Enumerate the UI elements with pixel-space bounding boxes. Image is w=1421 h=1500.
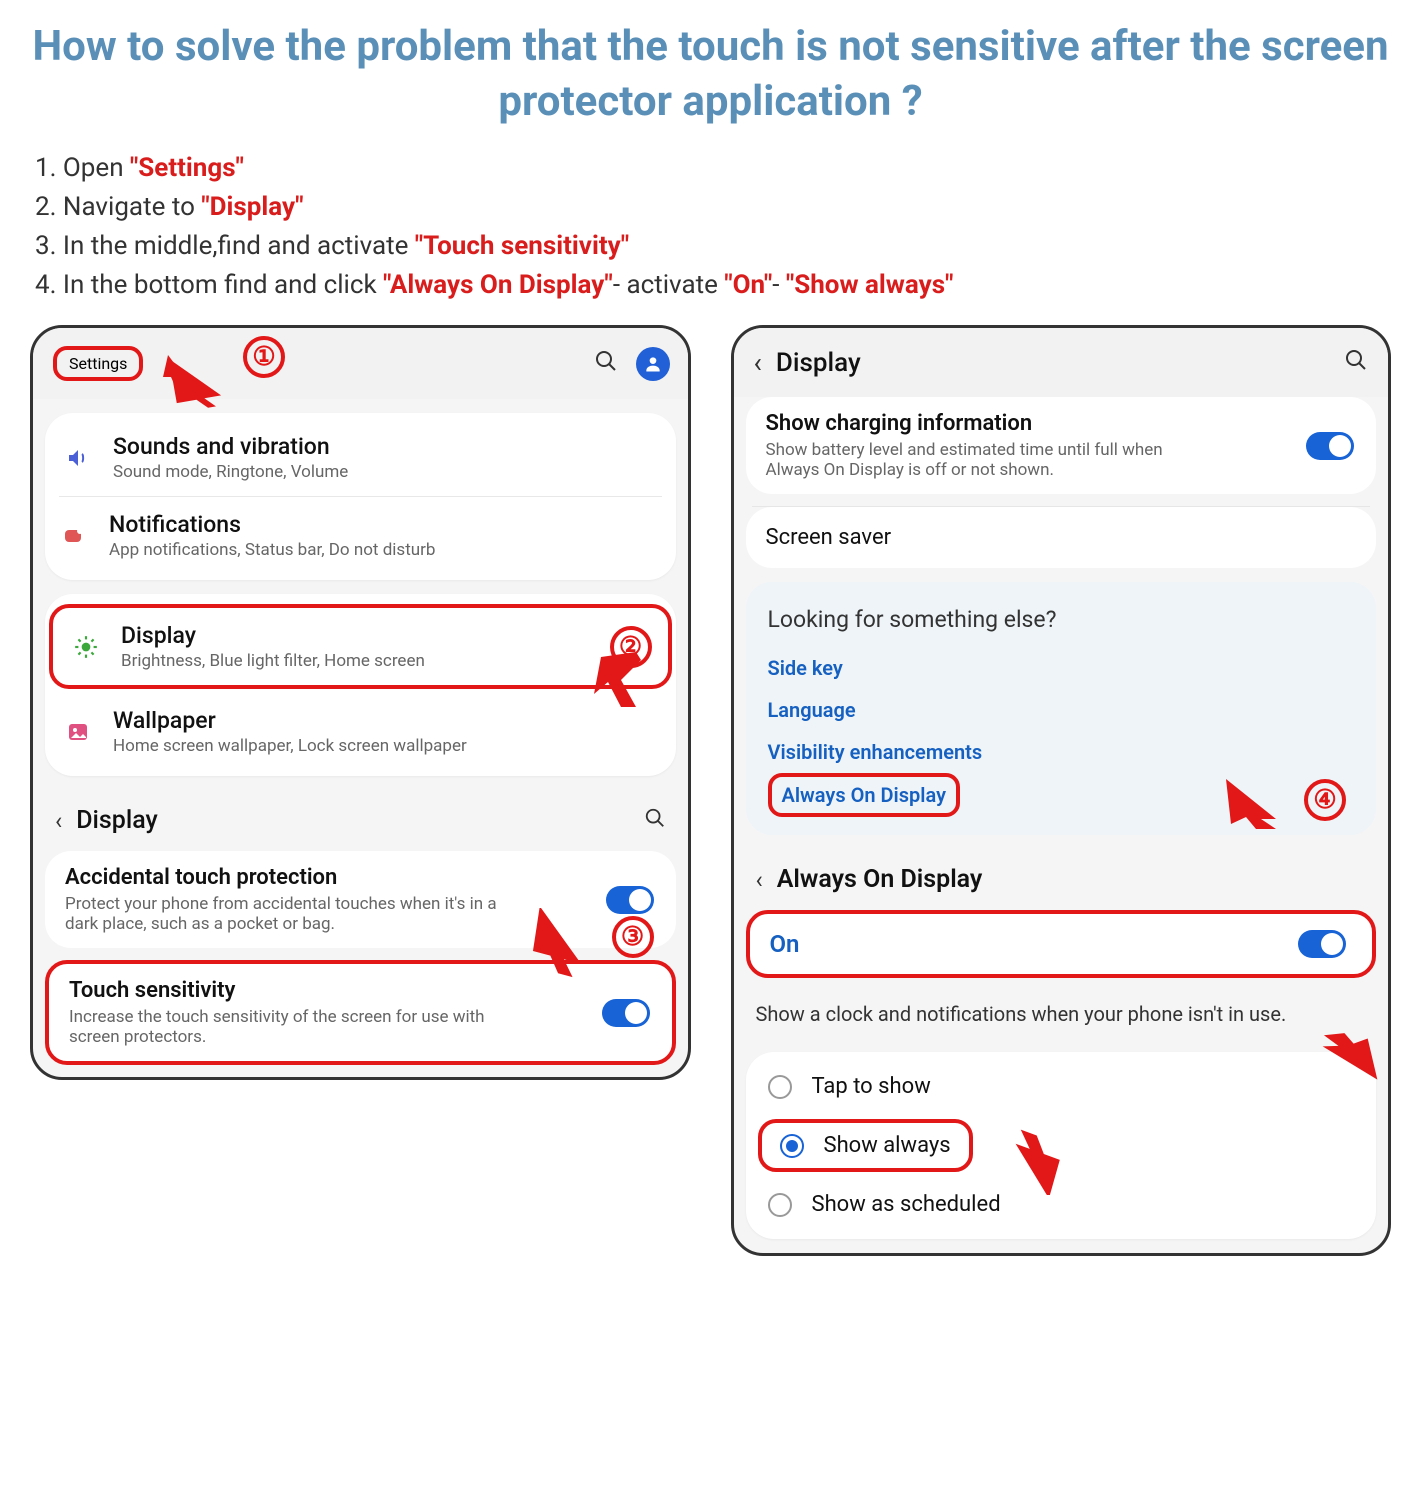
setting-title: Screen saver: [766, 525, 1357, 550]
step-badge-4: ④: [1304, 779, 1346, 821]
arrow-icon: [1216, 779, 1286, 839]
radio-icon: [780, 1134, 804, 1158]
accidental-touch-card[interactable]: Accidental touch protection Protect your…: [45, 851, 676, 948]
aod-info-text: Show a clock and notifications when your…: [734, 990, 1389, 1046]
display-header: ‹ Display: [734, 328, 1389, 397]
radio-tap-to-show[interactable]: Tap to show: [746, 1058, 1377, 1115]
page-title: How to solve the problem that the touch …: [10, 20, 1411, 129]
setting-sub: Protect your phone from accidental touch…: [65, 894, 502, 934]
charging-info-card[interactable]: Show charging information Show battery l…: [746, 397, 1377, 494]
back-icon[interactable]: ‹: [55, 807, 62, 835]
setting-title: Touch sensitivity: [69, 978, 652, 1003]
section-title: Display: [76, 806, 158, 835]
settings-header: Settings ①: [33, 328, 688, 399]
row-title: Display: [121, 622, 425, 649]
link-always-on-display[interactable]: Always On Display: [768, 773, 961, 817]
link-visibility[interactable]: Visibility enhancements: [768, 731, 1355, 773]
setting-sub: Show battery level and estimated time un…: [766, 440, 1203, 480]
notifications-row[interactable]: Notifications App notifications, Status …: [59, 496, 662, 574]
arrow-icon: [996, 1125, 1066, 1195]
row-title: Notifications: [109, 511, 435, 538]
toggle-switch[interactable]: [606, 886, 654, 914]
instruction-steps: 1. Open "Settings" 2. Navigate to "Displ…: [35, 149, 1386, 305]
notification-icon: [59, 521, 89, 551]
search-icon[interactable]: [644, 807, 666, 835]
looking-for-card: Looking for something else? Side key Lan…: [746, 582, 1377, 835]
arrow-icon: [586, 652, 646, 722]
section-title: Always On Display: [777, 865, 983, 894]
wallpaper-row[interactable]: Wallpaper Home screen wallpaper, Lock sc…: [45, 693, 676, 770]
screen-saver-row[interactable]: Screen saver: [746, 507, 1377, 568]
link-side-key[interactable]: Side key: [768, 647, 1355, 689]
radio-show-always[interactable]: Show always: [758, 1119, 973, 1172]
aod-radio-group: Tap to show Show always Show as schedule…: [746, 1052, 1377, 1239]
display-row[interactable]: Display Brightness, Blue light filter, H…: [49, 604, 672, 689]
row-title: Wallpaper: [113, 707, 467, 734]
setting-title: Show charging information: [766, 411, 1357, 436]
back-icon[interactable]: ‹: [754, 346, 762, 379]
step-badge-3: ③: [612, 916, 654, 958]
toggle-switch[interactable]: [1298, 930, 1346, 958]
arrow-icon: [163, 350, 223, 410]
radio-label: Tap to show: [812, 1074, 931, 1099]
sound-icon: [63, 443, 93, 473]
arrow-icon: [1320, 1028, 1380, 1098]
radio-icon: [768, 1075, 792, 1099]
toggle-switch[interactable]: [1306, 432, 1354, 460]
link-language[interactable]: Language: [768, 689, 1355, 731]
toggle-switch[interactable]: [602, 999, 650, 1027]
looking-title: Looking for something else?: [768, 606, 1355, 633]
settings-group-1: Sounds and vibration Sound mode, Rington…: [45, 413, 676, 580]
search-icon[interactable]: [594, 349, 618, 379]
settings-title: Settings: [53, 346, 143, 381]
wallpaper-icon: [63, 717, 93, 747]
back-icon[interactable]: ‹: [756, 866, 763, 894]
row-sub: Sound mode, Ringtone, Volume: [113, 462, 348, 482]
row-title: Sounds and vibration: [113, 433, 348, 460]
brightness-icon: [71, 632, 101, 662]
profile-avatar-icon[interactable]: [636, 347, 670, 381]
radio-label: Show always: [824, 1133, 951, 1158]
row-sub: Brightness, Blue light filter, Home scre…: [121, 651, 425, 671]
display-section-header: ‹ Display: [33, 790, 688, 851]
step-badge-1: ①: [243, 336, 285, 378]
row-sub: App notifications, Status bar, Do not di…: [109, 540, 435, 560]
on-label: On: [770, 930, 800, 958]
row-sub: Home screen wallpaper, Lock screen wallp…: [113, 736, 467, 756]
radio-icon: [768, 1193, 792, 1217]
setting-title: Accidental touch protection: [65, 865, 656, 890]
sounds-row[interactable]: Sounds and vibration Sound mode, Rington…: [45, 419, 676, 496]
settings-group-2: Display Brightness, Blue light filter, H…: [45, 594, 676, 776]
aod-on-card[interactable]: On: [746, 910, 1377, 978]
display-phone: ‹ Display Show charging information Show…: [731, 325, 1392, 1256]
settings-phone: Settings ①: [30, 325, 691, 1080]
radio-label: Show as scheduled: [812, 1192, 1001, 1217]
search-icon[interactable]: [1344, 348, 1368, 378]
aod-section-header: ‹ Always On Display: [734, 849, 1389, 910]
setting-sub: Increase the touch sensitivity of the sc…: [69, 1007, 500, 1047]
header-title: Display: [776, 348, 861, 378]
arrow-icon: [526, 908, 596, 978]
